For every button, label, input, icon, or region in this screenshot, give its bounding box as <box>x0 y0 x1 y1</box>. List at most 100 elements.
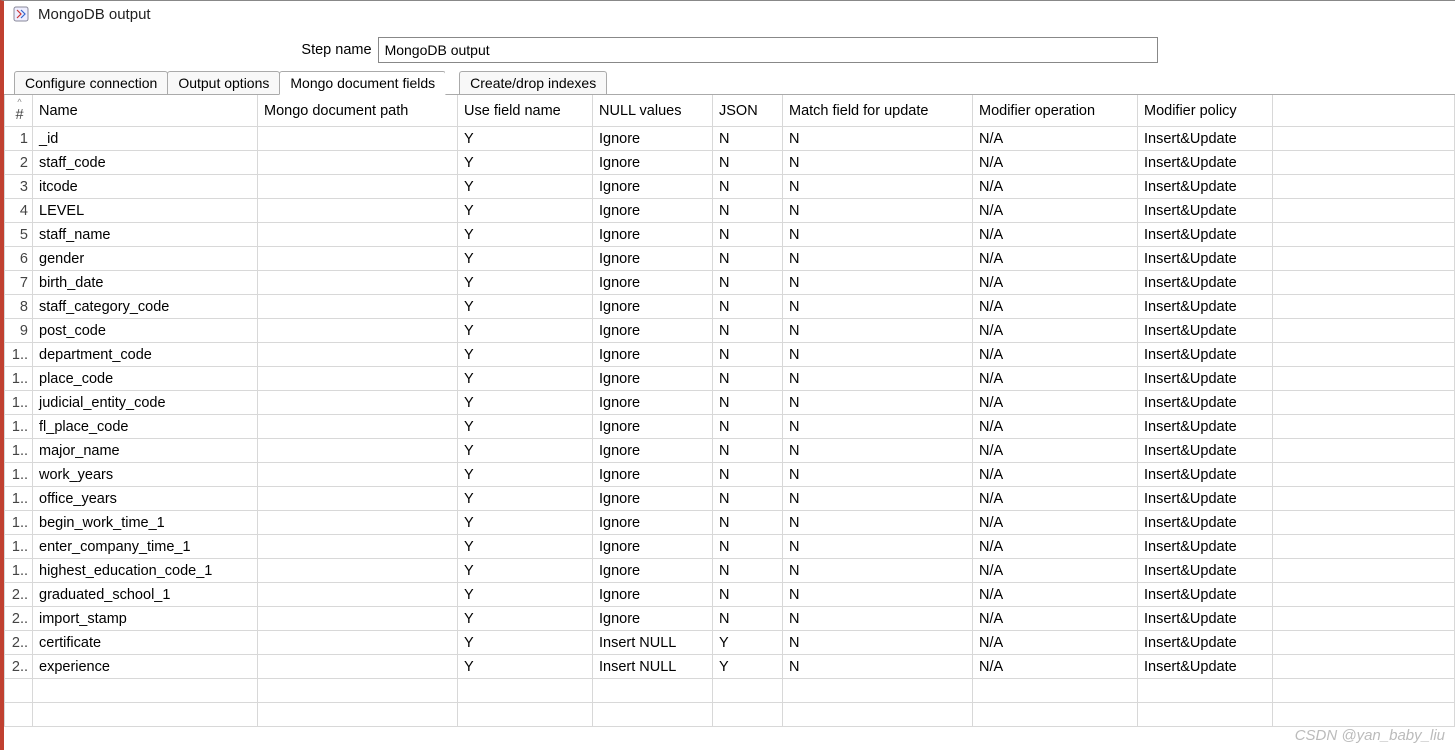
cell-name[interactable]: staff_name <box>33 223 258 247</box>
cell-empty[interactable] <box>973 679 1138 703</box>
cell-mod-policy[interactable]: Insert&Update <box>1138 631 1273 655</box>
cell-json[interactable]: N <box>713 295 783 319</box>
table-row[interactable]: 2..certificateYInsert NULLYNN/AInsert&Up… <box>5 631 1455 655</box>
cell-empty[interactable] <box>593 703 713 727</box>
cell-empty[interactable] <box>258 679 458 703</box>
col-header-index[interactable]: ^# <box>5 95 33 127</box>
cell-json[interactable]: Y <box>713 655 783 679</box>
cell-path[interactable] <box>258 223 458 247</box>
cell-use-field[interactable]: Y <box>458 391 593 415</box>
cell-use-field[interactable]: Y <box>458 583 593 607</box>
cell-mod-op[interactable]: N/A <box>973 343 1138 367</box>
cell-null-values[interactable]: Ignore <box>593 415 713 439</box>
cell-use-field[interactable]: Y <box>458 175 593 199</box>
cell-mod-policy[interactable]: Insert&Update <box>1138 415 1273 439</box>
cell-mod-policy[interactable]: Insert&Update <box>1138 535 1273 559</box>
table-row[interactable]: 1..highest_education_code_1YIgnoreNNN/AI… <box>5 559 1455 583</box>
cell-mod-policy[interactable]: Insert&Update <box>1138 463 1273 487</box>
col-header-mongo-document-path[interactable]: Mongo document path <box>258 95 458 127</box>
table-row[interactable]: 1..fl_place_codeYIgnoreNNN/AInsert&Updat… <box>5 415 1455 439</box>
cell-mod-op[interactable]: N/A <box>973 151 1138 175</box>
cell-match[interactable]: N <box>783 319 973 343</box>
cell-mod-op[interactable]: N/A <box>973 367 1138 391</box>
table-row[interactable]: 2..experienceYInsert NULLYNN/AInsert&Upd… <box>5 655 1455 679</box>
table-row[interactable]: 7birth_dateYIgnoreNNN/AInsert&Update <box>5 271 1455 295</box>
cell-mod-policy[interactable]: Insert&Update <box>1138 607 1273 631</box>
tab-mongo-document-fields[interactable]: Mongo document fields <box>279 71 446 95</box>
cell-name[interactable]: office_years <box>33 487 258 511</box>
cell-mod-policy[interactable]: Insert&Update <box>1138 439 1273 463</box>
cell-name[interactable]: staff_code <box>33 151 258 175</box>
table-row[interactable]: 2staff_codeYIgnoreNNN/AInsert&Update <box>5 151 1455 175</box>
cell-use-field[interactable]: Y <box>458 343 593 367</box>
cell-use-field[interactable]: Y <box>458 607 593 631</box>
cell-path[interactable] <box>258 511 458 535</box>
cell-match[interactable]: N <box>783 247 973 271</box>
cell-use-field[interactable]: Y <box>458 463 593 487</box>
cell-name[interactable]: graduated_school_1 <box>33 583 258 607</box>
cell-name[interactable]: itcode <box>33 175 258 199</box>
table-row[interactable]: 1_idYIgnoreNNN/AInsert&Update <box>5 127 1455 151</box>
cell-null-values[interactable]: Ignore <box>593 559 713 583</box>
cell-mod-policy[interactable]: Insert&Update <box>1138 199 1273 223</box>
cell-mod-policy[interactable]: Insert&Update <box>1138 223 1273 247</box>
cell-mod-op[interactable]: N/A <box>973 559 1138 583</box>
cell-mod-op[interactable]: N/A <box>973 655 1138 679</box>
cell-json[interactable]: N <box>713 271 783 295</box>
col-header-null-values[interactable]: NULL values <box>593 95 713 127</box>
cell-path[interactable] <box>258 583 458 607</box>
cell-path[interactable] <box>258 439 458 463</box>
cell-mod-op[interactable]: N/A <box>973 127 1138 151</box>
cell-empty[interactable] <box>713 703 783 727</box>
cell-json[interactable]: N <box>713 463 783 487</box>
cell-use-field[interactable]: Y <box>458 151 593 175</box>
cell-json[interactable]: N <box>713 247 783 271</box>
cell-mod-op[interactable]: N/A <box>973 295 1138 319</box>
col-header-json[interactable]: JSON <box>713 95 783 127</box>
cell-json[interactable]: N <box>713 223 783 247</box>
table-row[interactable]: 1..major_nameYIgnoreNNN/AInsert&Update <box>5 439 1455 463</box>
table-row[interactable]: 1..begin_work_time_1YIgnoreNNN/AInsert&U… <box>5 511 1455 535</box>
cell-null-values[interactable]: Ignore <box>593 535 713 559</box>
cell-null-values[interactable]: Ignore <box>593 271 713 295</box>
cell-name[interactable]: certificate <box>33 631 258 655</box>
cell-path[interactable] <box>258 247 458 271</box>
cell-null-values[interactable]: Ignore <box>593 295 713 319</box>
cell-match[interactable]: N <box>783 175 973 199</box>
cell-use-field[interactable]: Y <box>458 295 593 319</box>
cell-name[interactable]: highest_education_code_1 <box>33 559 258 583</box>
cell-null-values[interactable]: Ignore <box>593 343 713 367</box>
cell-empty[interactable] <box>1138 679 1273 703</box>
cell-mod-policy[interactable]: Insert&Update <box>1138 247 1273 271</box>
cell-empty[interactable] <box>783 703 973 727</box>
cell-json[interactable]: N <box>713 511 783 535</box>
cell-match[interactable]: N <box>783 559 973 583</box>
cell-use-field[interactable]: Y <box>458 319 593 343</box>
cell-match[interactable]: N <box>783 367 973 391</box>
cell-json[interactable]: N <box>713 319 783 343</box>
cell-name[interactable]: major_name <box>33 439 258 463</box>
cell-mod-op[interactable]: N/A <box>973 319 1138 343</box>
table-row-empty[interactable] <box>5 679 1455 703</box>
cell-mod-policy[interactable]: Insert&Update <box>1138 295 1273 319</box>
cell-mod-policy[interactable]: Insert&Update <box>1138 175 1273 199</box>
cell-name[interactable]: work_years <box>33 463 258 487</box>
cell-use-field[interactable]: Y <box>458 223 593 247</box>
cell-match[interactable]: N <box>783 487 973 511</box>
cell-json[interactable]: N <box>713 367 783 391</box>
table-row[interactable]: 9post_codeYIgnoreNNN/AInsert&Update <box>5 319 1455 343</box>
cell-match[interactable]: N <box>783 535 973 559</box>
cell-null-values[interactable]: Insert NULL <box>593 655 713 679</box>
cell-mod-policy[interactable]: Insert&Update <box>1138 511 1273 535</box>
cell-path[interactable] <box>258 487 458 511</box>
cell-name[interactable]: begin_work_time_1 <box>33 511 258 535</box>
cell-match[interactable]: N <box>783 223 973 247</box>
cell-match[interactable]: N <box>783 583 973 607</box>
cell-path[interactable] <box>258 199 458 223</box>
cell-path[interactable] <box>258 127 458 151</box>
cell-use-field[interactable]: Y <box>458 127 593 151</box>
cell-empty[interactable] <box>1138 703 1273 727</box>
cell-json[interactable]: N <box>713 607 783 631</box>
table-row[interactable]: 1..office_yearsYIgnoreNNN/AInsert&Update <box>5 487 1455 511</box>
table-row[interactable]: 2..graduated_school_1YIgnoreNNN/AInsert&… <box>5 583 1455 607</box>
